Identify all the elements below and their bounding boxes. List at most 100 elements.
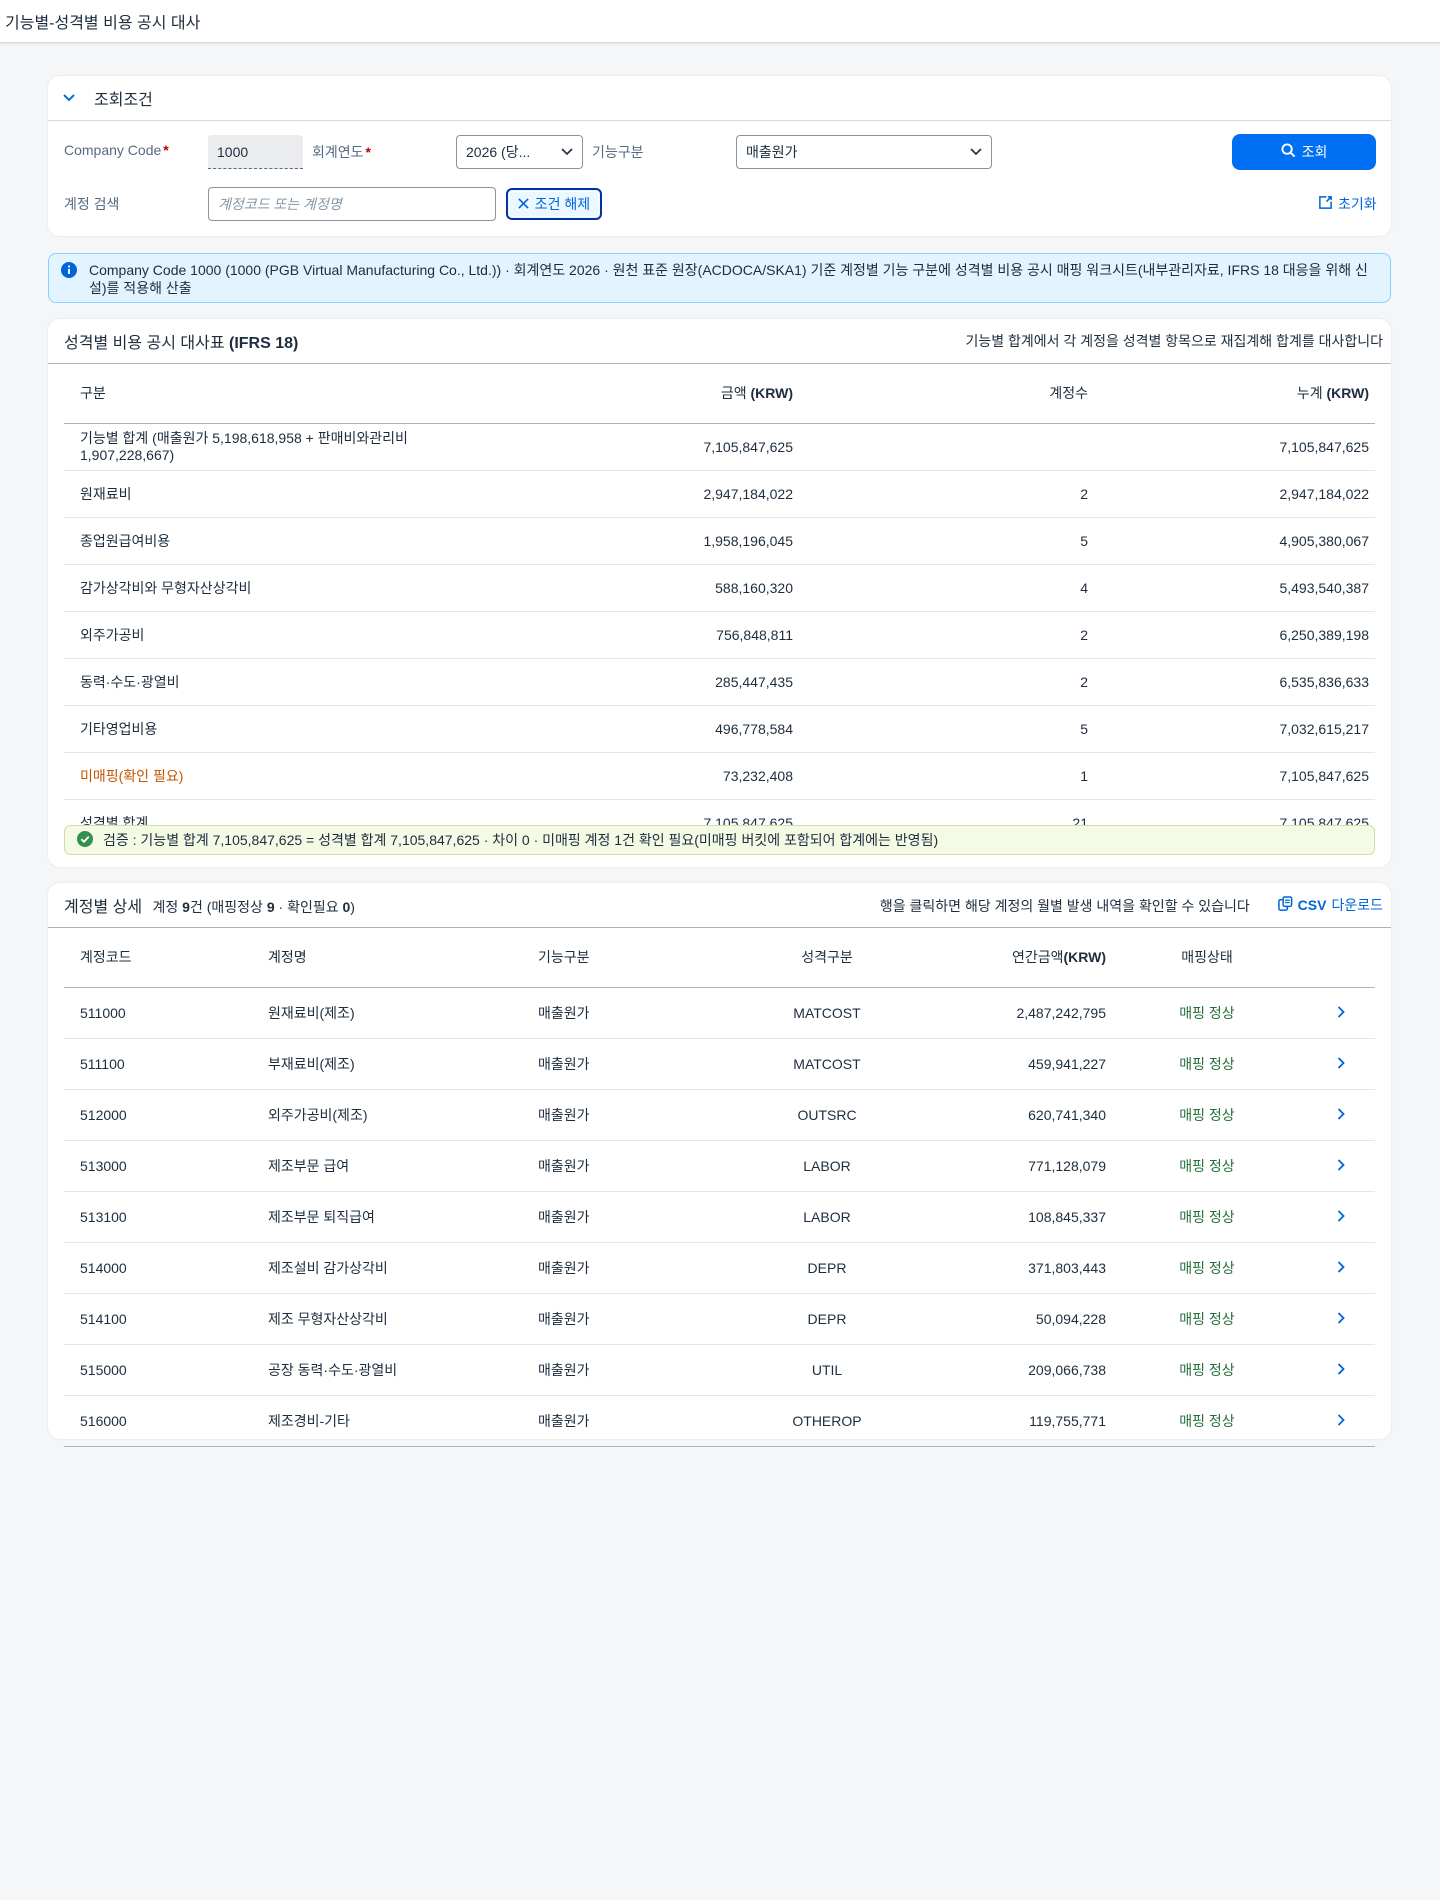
row-amount: 588,160,320 bbox=[494, 564, 794, 612]
account-detail-panel: 계정별 상세 계정 9건 (매핑정상 9 · 확인필요 0) 행을 클릭하면 해… bbox=[48, 883, 1391, 1447]
reconciliation-panel: 성격별 비용 공시 대사표 (IFRS 18) 기능별 합계에서 각 계정을 성… bbox=[48, 319, 1391, 867]
company-code-field[interactable]: 1000 bbox=[208, 135, 303, 169]
table-row[interactable]: 512000 외주가공비(제조) 매출원가 OUTSRC 620,741,340 매핑 정… bbox=[64, 1089, 1375, 1141]
row-count: 2 bbox=[794, 611, 1089, 659]
csv-download-button[interactable]: CSV 다운로드 bbox=[1277, 895, 1383, 915]
col-nature: 성격구분 bbox=[697, 927, 957, 988]
row-amount: 285,447,435 bbox=[494, 658, 794, 706]
row-function: 매출원가 bbox=[537, 1242, 697, 1294]
table-row: 외주가공비 756,848,811 2 6,250,389,198 bbox=[64, 611, 1375, 659]
row-function: 매출원가 bbox=[537, 1089, 697, 1141]
row-annual-amount: 119,755,771 bbox=[957, 1395, 1107, 1447]
clear-conditions-button[interactable]: 조건 해제 bbox=[506, 188, 602, 220]
row-annual-amount: 50,094,228 bbox=[957, 1293, 1107, 1345]
row-category: 감가상각비와 무형자산상각비 bbox=[64, 564, 494, 612]
row-function: 매출원가 bbox=[537, 1395, 697, 1447]
row-category: 동력·수도·광열비 bbox=[64, 658, 494, 706]
row-account-code: 513000 bbox=[64, 1140, 267, 1192]
table-row[interactable]: 511100 부재료비(제조) 매출원가 MATCOST 459,941,227 매핑 정… bbox=[64, 1038, 1375, 1090]
table-row[interactable]: 511000 원재료비(제조) 매출원가 MATCOST 2,487,242,795 매핑… bbox=[64, 987, 1375, 1039]
row-nature: OTHEROP bbox=[697, 1395, 957, 1447]
chevron-right-icon[interactable] bbox=[1307, 987, 1375, 1039]
row-mapping-status: 매핑 정상 bbox=[1107, 1140, 1307, 1192]
detail-header: 계정별 상세 계정 9건 (매핑정상 9 · 확인필요 0) 행을 클릭하면 해… bbox=[48, 883, 1391, 928]
search-button[interactable]: 조회 bbox=[1232, 134, 1376, 170]
row-count: 4 bbox=[794, 564, 1089, 612]
row-nature: MATCOST bbox=[697, 1038, 957, 1090]
row-mapping-status: 매핑 정상 bbox=[1107, 987, 1307, 1039]
row-account-code: 511000 bbox=[64, 987, 267, 1039]
table-row[interactable]: 516000 제조경비-기타 매출원가 OTHEROP 119,755,771 매핑 정상 bbox=[64, 1395, 1375, 1447]
company-code-label: Company Code * bbox=[64, 142, 169, 158]
chevron-right-icon[interactable] bbox=[1307, 1038, 1375, 1090]
row-function: 매출원가 bbox=[537, 1140, 697, 1192]
chevron-down-icon[interactable] bbox=[62, 91, 76, 105]
function-select[interactable]: 매출원가 bbox=[736, 135, 992, 169]
row-function: 매출원가 bbox=[537, 1191, 697, 1243]
filter-header[interactable]: 조회조건 bbox=[48, 76, 1391, 121]
account-search-input[interactable]: 계정코드 또는 계정명 bbox=[208, 187, 496, 221]
row-amount: 7,105,847,625 bbox=[494, 423, 794, 471]
row-annual-amount: 108,845,337 bbox=[957, 1191, 1107, 1243]
reconciliation-title: 성격별 비용 공시 대사표 (IFRS 18) bbox=[64, 335, 299, 352]
table-row: 동력·수도·광열비 285,447,435 2 6,535,836,633 bbox=[64, 658, 1375, 706]
col-category: 구분 bbox=[64, 363, 494, 424]
chevron-down-icon bbox=[970, 148, 982, 156]
row-function: 매출원가 bbox=[537, 1038, 697, 1090]
col-account-code: 계정코드 bbox=[64, 927, 267, 988]
row-count: 1 bbox=[794, 752, 1089, 800]
row-account-name: 제조 무형자산상각비 bbox=[267, 1293, 537, 1345]
chevron-right-icon[interactable] bbox=[1307, 1140, 1375, 1192]
row-category: 미매핑(확인 필요) bbox=[64, 752, 494, 800]
row-mapping-status: 매핑 정상 bbox=[1107, 1344, 1307, 1396]
reset-button[interactable]: 초기화 bbox=[1318, 194, 1377, 214]
row-amount: 756,848,811 bbox=[494, 611, 794, 659]
table-row: 감가상각비와 무형자산상각비 588,160,320 4 5,493,540,387 bbox=[64, 564, 1375, 612]
search-icon bbox=[1281, 143, 1296, 161]
row-cumulative: 2,947,184,022 bbox=[1089, 470, 1375, 518]
account-detail-table: 계정코드 계정명 기능구분 성격구분 연간금액(KRW) 매핑상태 511000… bbox=[64, 927, 1375, 1447]
row-count: 2 bbox=[794, 658, 1089, 706]
table-row[interactable]: 514000 제조설비 감가상각비 매출원가 DEPR 371,803,443 매핑 정상 bbox=[64, 1242, 1375, 1294]
detail-hint: 행을 클릭하면 해당 계정의 월별 발생 내역을 확인할 수 있습니다 bbox=[879, 897, 1250, 914]
row-category: 외주가공비 bbox=[64, 611, 494, 659]
table-row[interactable]: 513000 제조부문 급여 매출원가 LABOR 771,128,079 매핑 정상 bbox=[64, 1140, 1375, 1192]
reconciliation-table: 구분 금액 (KRW) 계정수 누계 (KRW) 기능별 합계 (매출원가 5,… bbox=[64, 363, 1375, 847]
row-account-name: 제조설비 감가상각비 bbox=[267, 1242, 537, 1294]
table-row[interactable]: 514100 제조 무형자산상각비 매출원가 DEPR 50,094,228 매핑 정상 bbox=[64, 1293, 1375, 1345]
chevron-down-icon bbox=[561, 148, 573, 156]
table-row[interactable]: 513100 제조부문 퇴직급여 매출원가 LABOR 108,845,337 매핑 정상 bbox=[64, 1191, 1375, 1243]
chevron-right-icon[interactable] bbox=[1307, 1242, 1375, 1294]
detail-title: 계정별 상세 계정 9건 (매핑정상 9 · 확인필요 0) bbox=[64, 899, 355, 916]
table-row: 기타영업비용 496,778,584 5 7,032,615,217 bbox=[64, 705, 1375, 753]
info-message-strip: Company Code 1000 (1000 (PGB Virtual Man… bbox=[48, 253, 1391, 303]
chevron-right-icon[interactable] bbox=[1307, 1293, 1375, 1345]
information-icon bbox=[61, 262, 77, 282]
account-search-label: 계정 검색 bbox=[64, 196, 120, 212]
chevron-right-icon[interactable] bbox=[1307, 1191, 1375, 1243]
success-icon bbox=[77, 830, 93, 850]
table-row[interactable]: 515000 공장 동력·수도·광열비 매출원가 UTIL 209,066,738 매핑 … bbox=[64, 1344, 1375, 1396]
table-header-row: 구분 금액 (KRW) 계정수 누계 (KRW) bbox=[64, 363, 1375, 424]
reset-icon bbox=[1318, 195, 1333, 213]
chevron-right-icon[interactable] bbox=[1307, 1395, 1375, 1447]
col-mapping-status: 매핑상태 bbox=[1107, 927, 1307, 988]
row-nature: LABOR bbox=[697, 1191, 957, 1243]
row-account-name: 제조부문 퇴직급여 bbox=[267, 1191, 537, 1243]
row-account-name: 부재료비(제조) bbox=[267, 1038, 537, 1090]
chevron-right-icon[interactable] bbox=[1307, 1089, 1375, 1141]
shell-bar: 기능별-성격별 비용 공시 대사 bbox=[0, 0, 1440, 43]
row-account-code: 513100 bbox=[64, 1191, 267, 1243]
row-count: 2 bbox=[794, 470, 1089, 518]
validation-strip: 검증 : 기능별 합계 7,105,847,625 = 성격별 합계 7,105… bbox=[64, 825, 1375, 855]
row-cumulative: 7,105,847,625 bbox=[1089, 752, 1375, 800]
chevron-right-icon[interactable] bbox=[1307, 1344, 1375, 1396]
row-cumulative: 4,905,380,067 bbox=[1089, 517, 1375, 565]
fiscal-year-select[interactable]: 2026 (당... bbox=[456, 135, 583, 169]
row-category: 원재료비 bbox=[64, 470, 494, 518]
row-amount: 1,958,196,045 bbox=[494, 517, 794, 565]
fiscal-year-label: 회계연도 * bbox=[312, 144, 371, 160]
row-function: 매출원가 bbox=[537, 1293, 697, 1345]
row-function: 매출원가 bbox=[537, 987, 697, 1039]
row-cumulative: 6,535,836,633 bbox=[1089, 658, 1375, 706]
